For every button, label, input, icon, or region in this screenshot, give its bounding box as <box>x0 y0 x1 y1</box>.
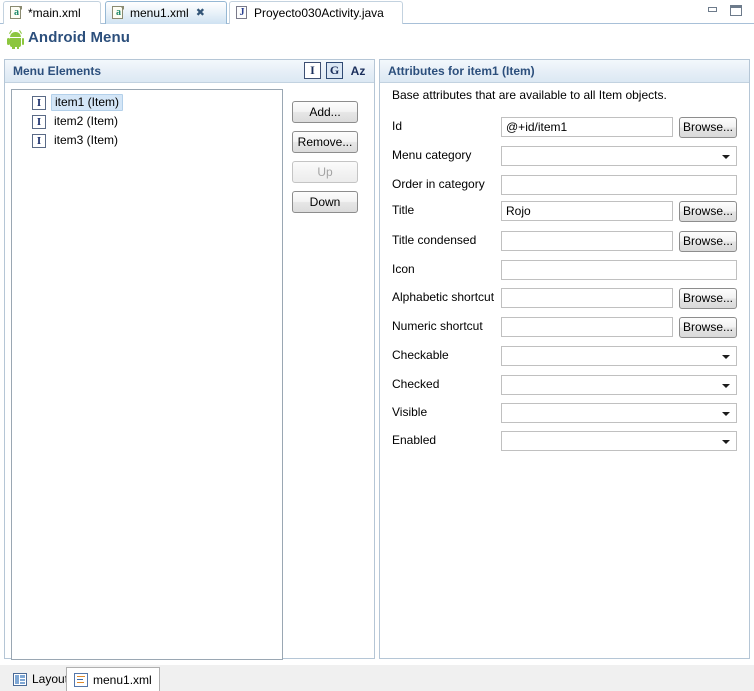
item-icon: I <box>32 114 46 129</box>
menu-category-select[interactable] <box>501 146 737 166</box>
title-input[interactable]: Rojo <box>501 201 673 221</box>
minimize-icon[interactable] <box>706 4 721 17</box>
page-title: Android Menu <box>28 29 131 46</box>
field-row-menu-category: Menu category <box>392 146 742 166</box>
enabled-select[interactable] <box>501 431 737 451</box>
tree-item[interactable]: I item1 (Item) <box>12 94 282 111</box>
editor-tab-label: *main.xml <box>28 6 81 20</box>
editor-tab-main-xml[interactable]: a *main.xml <box>3 1 101 24</box>
field-row-title-condensed: Title condensed Browse... <box>392 231 742 252</box>
field-row-enabled: Enabled <box>392 431 742 451</box>
field-label: Checkable <box>392 348 449 362</box>
item-icon: I <box>32 95 46 110</box>
field-label: Id <box>392 119 403 133</box>
field-row-order-in-category: Order in category <box>392 175 742 195</box>
xml-file-icon: a <box>112 6 125 20</box>
field-row-icon: Icon <box>392 260 742 280</box>
chevron-down-icon <box>722 412 730 416</box>
xml-file-icon: a <box>10 6 23 20</box>
layout-view-icon <box>13 672 27 686</box>
numeric-shortcut-input[interactable] <box>501 317 673 337</box>
tree-item-label: item3 (Item) <box>54 133 119 147</box>
android-robot-icon <box>7 30 24 49</box>
editor-tab-label: Proyecto030Activity.java <box>254 6 384 20</box>
add-button[interactable]: Add... <box>292 101 358 123</box>
chevron-down-icon <box>722 384 730 388</box>
page-title-bar: Android Menu <box>0 24 754 56</box>
tab-layout-label: Layout <box>32 672 69 686</box>
attributes-title: Attributes for item1 (Item) <box>388 64 535 78</box>
field-label: Enabled <box>392 433 437 447</box>
checked-select[interactable] <box>501 375 737 395</box>
menu-elements-toolbar: I G Az <box>304 62 368 79</box>
remove-button[interactable]: Remove... <box>292 131 358 153</box>
field-row-title: Title Rojo Browse... <box>392 201 742 222</box>
filter-item-button[interactable]: I <box>304 62 321 79</box>
menu-elements-header: Menu Elements I G Az <box>5 60 374 83</box>
numeric-shortcut-browse-button[interactable]: Browse... <box>679 317 737 338</box>
id-browse-button[interactable]: Browse... <box>679 117 737 138</box>
maximize-icon[interactable] <box>729 4 744 17</box>
editor-tab-activity-java[interactable]: J Proyecto030Activity.java <box>229 1 403 24</box>
tree-item[interactable]: I item3 (Item) <box>12 132 282 149</box>
field-label: Checked <box>392 377 440 391</box>
field-row-alphabetic-shortcut: Alphabetic shortcut Browse... <box>392 288 742 309</box>
tree-item[interactable]: I item2 (Item) <box>12 113 282 130</box>
tab-menu1-xml-source[interactable]: menu1.xml <box>66 667 160 691</box>
field-label: Alphabetic shortcut <box>392 290 495 304</box>
field-row-id: Id @+id/item1 Browse... <box>392 117 742 138</box>
filter-item-label: I <box>310 63 315 77</box>
filter-group-label: G <box>329 63 340 77</box>
tab-layout[interactable]: Layout <box>6 667 75 691</box>
field-label: Title condensed <box>392 233 477 247</box>
close-icon[interactable]: ✖ <box>196 7 205 19</box>
sort-alphabetically-button[interactable]: Az <box>348 62 368 79</box>
title-browse-button[interactable]: Browse... <box>679 201 737 222</box>
chevron-down-icon <box>722 355 730 359</box>
item-icon: I <box>32 133 46 148</box>
checkable-select[interactable] <box>501 346 737 366</box>
filter-group-button[interactable]: G <box>326 62 343 79</box>
field-label: Icon <box>392 262 415 276</box>
menu-elements-title: Menu Elements <box>13 64 102 78</box>
field-label: Title <box>392 203 415 217</box>
field-label: Order in category <box>392 177 485 191</box>
title-condensed-input[interactable] <box>501 231 673 251</box>
field-label: Numeric shortcut <box>392 319 483 333</box>
chevron-down-icon <box>722 440 730 444</box>
move-up-button[interactable]: Up <box>292 161 358 183</box>
move-down-button[interactable]: Down <box>292 191 358 213</box>
xml-source-icon <box>74 672 88 687</box>
alphabetic-shortcut-browse-button[interactable]: Browse... <box>679 288 737 309</box>
order-in-category-input[interactable] <box>501 175 737 195</box>
alphabetic-shortcut-input[interactable] <box>501 288 673 308</box>
editor-tab-bar: a *main.xml a menu1.xml ✖ J Proyecto030A… <box>0 0 754 24</box>
icon-input[interactable] <box>501 260 737 280</box>
tree-item-label: item1 (Item) <box>51 94 124 111</box>
id-input[interactable]: @+id/item1 <box>501 117 673 137</box>
field-row-numeric-shortcut: Numeric shortcut Browse... <box>392 317 742 338</box>
attributes-header: Attributes for item1 (Item) <box>380 60 749 83</box>
tree-item-label: item2 (Item) <box>54 114 119 128</box>
tab-menu1-xml-label: menu1.xml <box>93 672 152 687</box>
bottom-tab-bar: Layout menu1.xml <box>0 664 754 691</box>
field-label: Menu category <box>392 148 472 162</box>
chevron-down-icon <box>722 155 730 159</box>
field-row-visible: Visible <box>392 403 742 423</box>
visible-select[interactable] <box>501 403 737 423</box>
sort-alphabetically-label: Az <box>350 63 366 78</box>
editor-tab-menu1-xml[interactable]: a menu1.xml ✖ <box>105 1 227 24</box>
editor-tab-label: menu1.xml <box>130 6 189 20</box>
field-row-checkable: Checkable <box>392 346 742 366</box>
attributes-description: Base attributes that are available to al… <box>392 88 667 102</box>
field-row-checked: Checked <box>392 375 742 395</box>
title-condensed-browse-button[interactable]: Browse... <box>679 231 737 252</box>
menu-elements-tree[interactable]: I item1 (Item) I item2 (Item) I item3 (I… <box>11 89 283 660</box>
java-file-icon: J <box>236 6 249 20</box>
field-label: Visible <box>392 405 428 419</box>
